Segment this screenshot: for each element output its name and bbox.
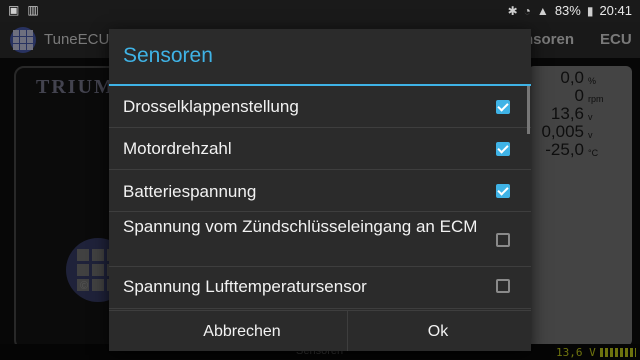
- list-item-battery[interactable]: Batteriespannung: [109, 170, 531, 212]
- wifi-icon: ◔: [523, 3, 531, 18]
- list-item-throttle[interactable]: Drosselklappenstellung: [109, 86, 531, 128]
- checkbox-throttle[interactable]: [496, 100, 510, 114]
- list-item-label: Spannung Lufttemperatursensor: [123, 277, 367, 296]
- dialog-actions: Abbrechen Ok: [109, 310, 531, 352]
- dialog-title: Sensoren: [123, 44, 213, 67]
- status-bar: ▣ ▥ ✱ ◔ ▲ 83% ▮ 20:41: [0, 0, 640, 22]
- scrollbar[interactable]: [527, 86, 530, 134]
- battery-saver-icon: ▥: [27, 3, 39, 17]
- button-divider: [347, 310, 348, 351]
- status-right: ✱ ◔ ▲ 83% ▮ 20:41: [508, 3, 632, 18]
- list-item-label: Spannung vom Zündschlüsseleingang an ECM: [123, 217, 478, 236]
- list-item-air-temp[interactable]: Spannung Lufttemperatursensor: [109, 267, 531, 309]
- gallery-icon: ▣: [8, 3, 20, 17]
- cancel-button[interactable]: Abbrechen: [137, 311, 347, 352]
- checkbox-air-temp[interactable]: [496, 279, 510, 293]
- battery-level: 83%: [554, 3, 581, 18]
- sensor-list[interactable]: Drosselklappenstellung Motordrehzahl Bat…: [109, 86, 531, 310]
- list-item-label: Batteriespannung: [123, 182, 257, 201]
- list-item-label: Motordrehzahl: [123, 139, 232, 158]
- list-item-rpm[interactable]: Motordrehzahl: [109, 128, 531, 170]
- list-item-label: Drosselklappenstellung: [123, 97, 299, 116]
- checkbox-battery[interactable]: [496, 184, 510, 198]
- battery-icon: ▮: [586, 3, 594, 18]
- checkbox-ignition[interactable]: [496, 233, 510, 247]
- status-left: ▣ ▥: [8, 3, 39, 17]
- checkbox-rpm[interactable]: [496, 142, 510, 156]
- sensor-dialog: Sensoren Drosselklappenstellung Motordre…: [109, 29, 531, 351]
- ok-button[interactable]: Ok: [333, 311, 543, 352]
- list-item-ignition[interactable]: Spannung vom Zündschlüsseleingang an ECM: [109, 212, 531, 267]
- signal-icon: ▲: [536, 3, 549, 18]
- bluetooth-icon: ✱: [507, 3, 518, 18]
- clock: 20:41: [599, 3, 632, 18]
